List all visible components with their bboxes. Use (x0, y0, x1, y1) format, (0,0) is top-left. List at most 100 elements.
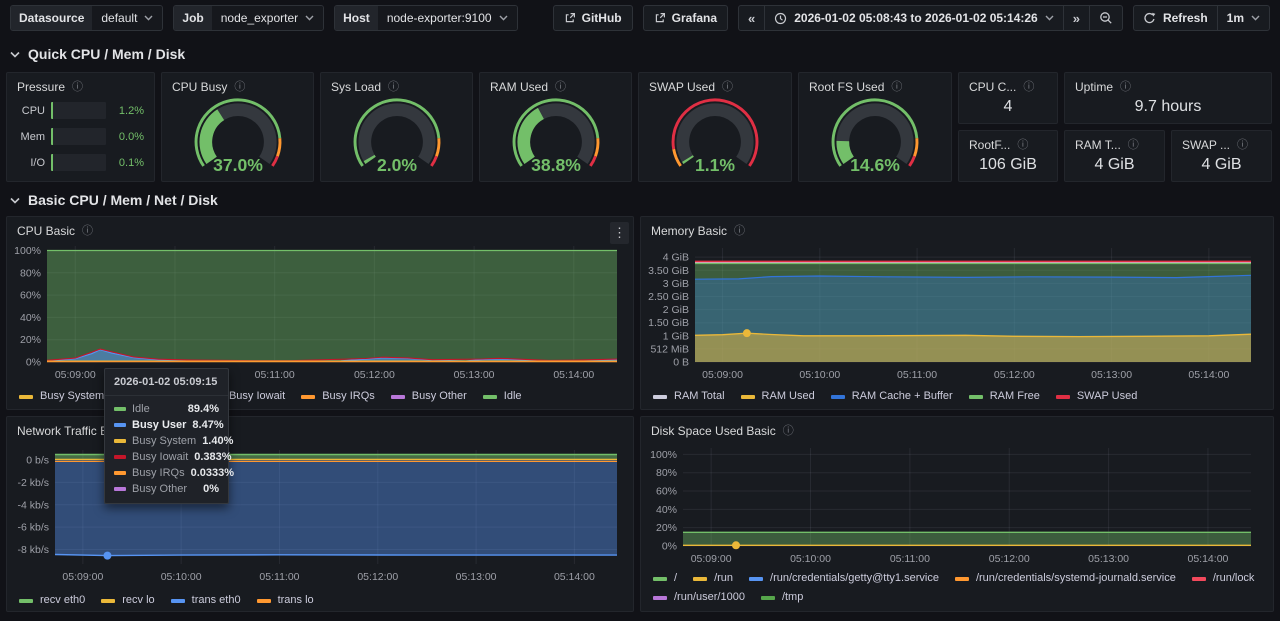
panel-title[interactable]: Pressure (17, 80, 65, 94)
refresh-button[interactable]: Refresh (1134, 6, 1217, 30)
time-range-button[interactable]: 2026-01-02 05:08:43 to 2026-01-02 05:14:… (764, 6, 1063, 30)
panel-menu-button[interactable]: ⋮ (610, 222, 629, 244)
panel-cpu-cores: CPU C...ⓘ 4 (958, 72, 1058, 124)
time-shift-back-button[interactable]: « (739, 6, 764, 30)
legend-color-dash (653, 395, 667, 399)
panel-title[interactable]: Sys Load (331, 80, 381, 94)
legend-item[interactable]: RAM Used (741, 389, 815, 404)
refresh-interval-select[interactable]: 1m (1217, 6, 1269, 30)
panel-title[interactable]: Root FS Used (809, 80, 884, 94)
info-icon[interactable]: ⓘ (1023, 82, 1034, 93)
legend-item[interactable]: /run/credentials/getty@tty1.service (749, 571, 939, 586)
svg-text:05:13:00: 05:13:00 (1088, 553, 1129, 565)
panel-title[interactable]: Memory Basic (651, 224, 727, 238)
legend-item[interactable]: / (653, 571, 677, 586)
legend-item[interactable]: trans lo (257, 593, 314, 608)
panel-swap-total: SWAP ...ⓘ 4 GiB (1171, 130, 1272, 182)
legend-label: RAM Used (762, 389, 815, 404)
panel-title[interactable]: CPU C... (969, 80, 1016, 94)
info-icon[interactable]: ⓘ (1017, 140, 1028, 151)
section-quick-cpu-mem-disk[interactable]: Quick CPU / Mem / Disk (10, 46, 185, 62)
info-icon[interactable]: ⓘ (734, 226, 745, 237)
pressure-bar-fill (51, 102, 53, 119)
chart-tooltip: 2026-01-02 05:09:15 Idle89.4%Busy User8.… (104, 368, 229, 504)
pressure-row-cpu: CPU 1.2% (17, 102, 144, 119)
legend-item[interactable]: /run/user/1000 (653, 590, 745, 605)
panel-title[interactable]: RootF... (969, 138, 1010, 152)
info-icon[interactable]: ⓘ (1237, 140, 1248, 151)
memory-basic-chart[interactable]: 0 B512 MiB1 GiB1.50 GiB2 GiB2.50 GiB3 Gi… (641, 240, 1273, 386)
chevron-down-icon (305, 15, 314, 21)
tooltip-row: Idle89.4% (105, 401, 228, 417)
panel-title[interactable]: RAM Used (490, 80, 548, 94)
zoom-out-button[interactable] (1089, 6, 1122, 30)
section-title: Quick CPU / Mem / Disk (28, 46, 185, 62)
legend-item[interactable]: /run/lock (1192, 571, 1255, 586)
info-icon[interactable]: ⓘ (1120, 82, 1131, 93)
var-job: Job node_exporter (173, 5, 324, 31)
var-host: Host node-exporter:9100 (334, 5, 517, 31)
legend-item[interactable]: recv eth0 (19, 593, 85, 608)
svg-text:05:13:00: 05:13:00 (456, 571, 497, 583)
legend-item[interactable]: Busy IRQs (301, 389, 375, 404)
svg-text:05:14:00: 05:14:00 (553, 369, 594, 381)
tooltip-body: Idle89.4%Busy User8.47%Busy System1.40%B… (105, 396, 228, 503)
legend-item[interactable]: Idle (483, 389, 522, 404)
section-basic-cpu-mem-net-disk[interactable]: Basic CPU / Mem / Net / Disk (10, 192, 218, 208)
svg-text:05:14:00: 05:14:00 (1188, 369, 1229, 381)
info-icon[interactable]: ⓘ (234, 82, 245, 93)
legend-label: /run/credentials/systemd-journald.servic… (976, 571, 1176, 586)
legend-item[interactable]: RAM Free (969, 389, 1040, 404)
legend-item[interactable]: trans eth0 (171, 593, 241, 608)
network-traffic-chart[interactable]: 0 b/s-2 kb/s-4 kb/s-6 kb/s-8 kb/s05:09:0… (7, 440, 633, 590)
var-datasource-select[interactable]: default (92, 6, 162, 30)
external-link-icon (564, 12, 576, 24)
pressure-label: I/O (17, 157, 45, 169)
stat-value: 9.7 hours (1065, 98, 1271, 116)
legend-item[interactable]: /tmp (761, 590, 803, 605)
grafana-link[interactable]: Grafana (643, 5, 728, 31)
panel-sys-load: Sys Loadⓘ 2.0% (320, 72, 473, 182)
disk-space-chart[interactable]: 0%20%40%60%80%100%05:09:0005:10:0005:11:… (641, 440, 1273, 568)
legend-item[interactable]: RAM Cache + Buffer (831, 389, 953, 404)
panel-title[interactable]: Disk Space Used Basic (651, 424, 776, 438)
info-icon[interactable]: ⓘ (783, 426, 794, 437)
legend-item[interactable]: Busy Other (391, 389, 467, 404)
var-host-select[interactable]: node-exporter:9100 (378, 6, 517, 30)
panel-title[interactable]: SWAP ... (1182, 138, 1230, 152)
legend-item[interactable]: /run (693, 571, 733, 586)
legend-label: / (674, 571, 677, 586)
legend-label: RAM Total (674, 389, 725, 404)
info-icon[interactable]: ⓘ (388, 82, 399, 93)
time-shift-forward-button[interactable]: » (1063, 6, 1089, 30)
legend-item[interactable]: /run/credentials/systemd-journald.servic… (955, 571, 1176, 586)
cpu-basic-chart[interactable]: 0%20%40%60%80%100%05:09:0005:10:0005:11:… (7, 240, 633, 386)
github-link[interactable]: GitHub (553, 5, 633, 31)
info-icon[interactable]: ⓘ (722, 82, 733, 93)
info-icon[interactable]: ⓘ (1128, 140, 1139, 151)
legend-color-dash (1192, 577, 1206, 581)
info-icon[interactable]: ⓘ (555, 82, 566, 93)
legend-label: /run/credentials/getty@tty1.service (770, 571, 939, 586)
legend-item[interactable]: RAM Total (653, 389, 725, 404)
cpu-basic-legend: Busy SystemBusy UserBusy IowaitBusy IRQs… (7, 386, 633, 404)
panel-title[interactable]: SWAP Used (649, 80, 715, 94)
grafana-dashboard: Datasource default Job node_exporter Hos… (0, 0, 1280, 621)
panel-title[interactable]: CPU Busy (172, 80, 227, 94)
legend-label: recv eth0 (40, 593, 85, 608)
external-link-icon (654, 12, 666, 24)
var-job-select[interactable]: node_exporter (212, 6, 323, 30)
panel-title[interactable]: Uptime (1075, 80, 1113, 94)
svg-text:38.8%: 38.8% (531, 155, 581, 175)
legend-item[interactable]: SWAP Used (1056, 389, 1138, 404)
legend-label: RAM Cache + Buffer (852, 389, 953, 404)
root-fs-used-gauge: 14.6% (799, 96, 952, 178)
legend-item[interactable]: recv lo (101, 593, 154, 608)
panel-title[interactable]: RAM T... (1075, 138, 1121, 152)
info-icon[interactable]: ⓘ (82, 226, 93, 237)
panel-title[interactable]: CPU Basic (17, 224, 75, 238)
svg-text:512 MiB: 512 MiB (650, 343, 689, 355)
legend-item[interactable]: Busy System (19, 389, 104, 404)
info-icon[interactable]: ⓘ (72, 82, 83, 93)
info-icon[interactable]: ⓘ (891, 82, 902, 93)
